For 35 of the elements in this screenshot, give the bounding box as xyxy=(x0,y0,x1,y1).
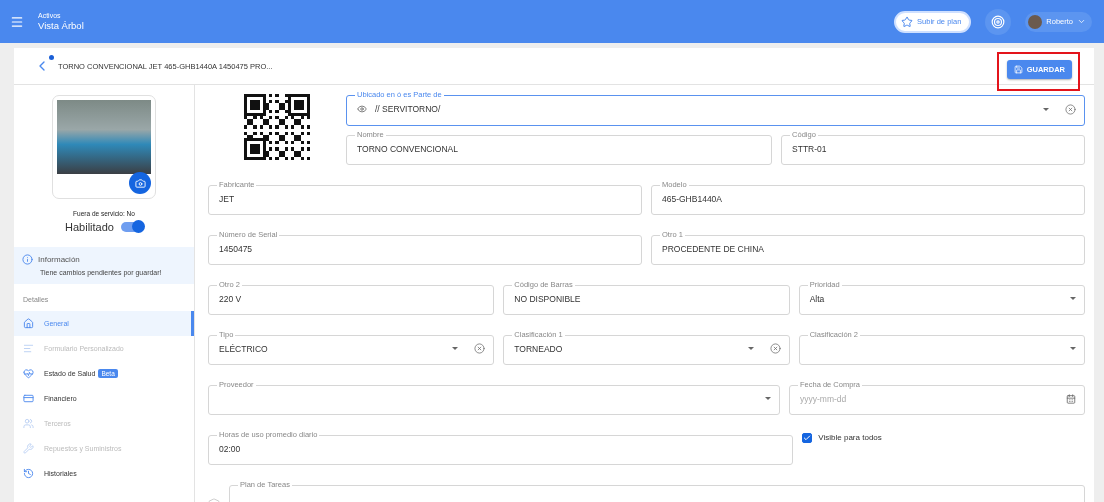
card-icon xyxy=(23,393,34,404)
heart-icon xyxy=(23,368,34,379)
caret-icon[interactable] xyxy=(765,397,771,400)
save-icon xyxy=(1013,64,1023,74)
clear-icon[interactable] xyxy=(1065,103,1076,115)
eye-icon[interactable] xyxy=(357,104,367,114)
avatar xyxy=(1028,14,1043,29)
target-button[interactable] xyxy=(985,8,1012,35)
qr-code xyxy=(244,94,310,160)
star-icon xyxy=(901,15,914,28)
chevron-icon xyxy=(1077,17,1086,26)
camera-button[interactable] xyxy=(129,172,151,194)
history-icon xyxy=(23,468,34,479)
calendar-icon[interactable] xyxy=(1066,393,1076,404)
caret-icon[interactable] xyxy=(747,347,754,350)
checkbox-label: Visible para todos xyxy=(818,433,882,442)
camera-icon xyxy=(134,177,146,189)
checkbox[interactable] xyxy=(802,433,813,443)
target-icon xyxy=(991,14,1006,29)
clear-icon[interactable] xyxy=(474,343,486,354)
page-title: Vista Árbol xyxy=(38,20,85,31)
toggle-switch[interactable] xyxy=(120,222,143,232)
clear-icon[interactable] xyxy=(769,343,781,354)
caret-icon[interactable] xyxy=(1043,107,1049,111)
caret-icon[interactable] xyxy=(1070,297,1076,300)
tools-icon xyxy=(23,443,34,454)
caret-icon[interactable] xyxy=(452,347,459,350)
info-title: Información xyxy=(38,255,80,264)
info-icon xyxy=(22,254,33,265)
caret-icon[interactable] xyxy=(1070,347,1076,350)
people-icon xyxy=(23,418,34,429)
enabled-label: Habilitado xyxy=(65,221,114,233)
home-icon xyxy=(23,318,34,329)
list-icon xyxy=(23,343,34,354)
menu-icon[interactable] xyxy=(10,14,24,29)
